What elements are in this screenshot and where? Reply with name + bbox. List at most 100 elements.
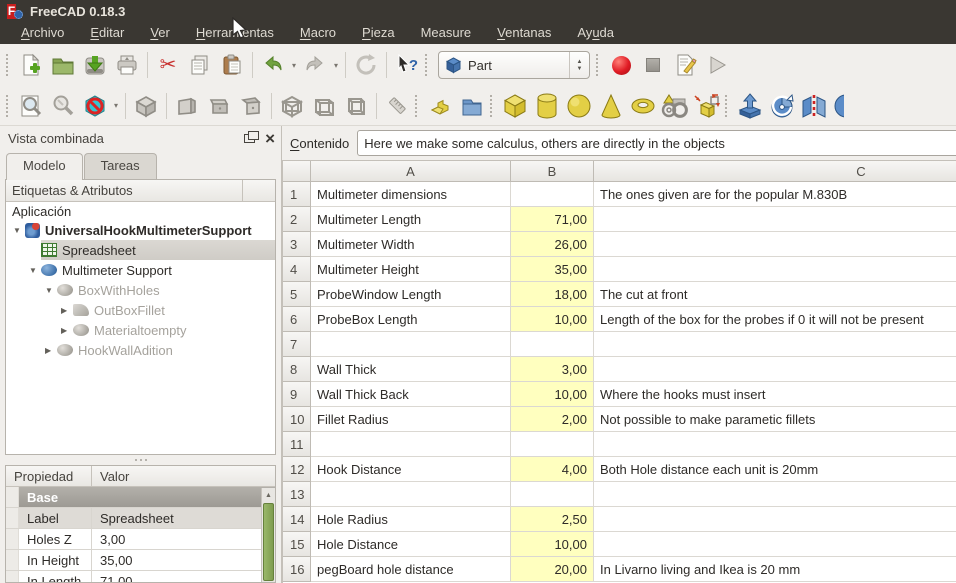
print-button[interactable] [111, 49, 143, 81]
cell-c[interactable] [594, 232, 956, 257]
cell-a[interactable] [311, 332, 511, 357]
row-header[interactable]: 10 [283, 407, 311, 432]
cell-b[interactable]: 71,00 [511, 207, 594, 232]
row-header[interactable]: 14 [283, 507, 311, 532]
revolve-button[interactable] [766, 90, 798, 122]
draw-style-button[interactable] [79, 90, 111, 122]
cell-a[interactable]: Multimeter Height [311, 257, 511, 282]
cell-b[interactable] [511, 182, 594, 207]
row-header[interactable]: 8 [283, 357, 311, 382]
cell-c[interactable] [594, 257, 956, 282]
view-axonometric-button[interactable] [130, 90, 162, 122]
cone-button[interactable] [595, 90, 627, 122]
cell-b[interactable]: 4,00 [511, 457, 594, 482]
cell-c[interactable] [594, 482, 956, 507]
cell-b[interactable]: 10,00 [511, 307, 594, 332]
expand-arrow-icon[interactable]: ▶ [60, 326, 73, 335]
record-macro-button[interactable] [605, 49, 637, 81]
paste-button[interactable] [216, 49, 248, 81]
torus-button[interactable] [627, 90, 659, 122]
undo-dropdown-arrow[interactable]: ▾ [289, 61, 299, 70]
cell-a[interactable]: Wall Thick [311, 357, 511, 382]
view-rear-button[interactable] [276, 90, 308, 122]
property-row[interactable]: Base [6, 487, 275, 508]
expand-arrow-icon[interactable]: ▶ [44, 346, 57, 355]
property-row[interactable]: In Height 35,00 [6, 550, 275, 571]
cut-button[interactable]: ✂ [152, 49, 184, 81]
menu-item[interactable]: Archivo [8, 22, 77, 44]
cell-c[interactable] [594, 532, 956, 557]
expand-arrow-icon[interactable]: ▼ [44, 286, 57, 295]
row-header[interactable]: 12 [283, 457, 311, 482]
redo-button[interactable] [299, 49, 331, 81]
cell-b[interactable] [511, 432, 594, 457]
cell-c[interactable]: In Livarno living and Ikea is 20 mm [594, 557, 956, 582]
toolbar-grip[interactable] [6, 54, 13, 76]
sphere-button[interactable] [563, 90, 595, 122]
toolbar-grip[interactable] [596, 54, 603, 76]
row-header[interactable]: 3 [283, 232, 311, 257]
cell-c[interactable]: The ones given are for the popular M.830… [594, 182, 956, 207]
panel-splitter[interactable] [0, 455, 281, 465]
property-value[interactable]: Spreadsheet [92, 508, 275, 528]
toolbar-grip[interactable] [725, 94, 732, 117]
menu-item[interactable]: Ventanas [484, 22, 564, 44]
menu-item[interactable]: Pieza [349, 22, 408, 44]
cell-c[interactable]: Not possible to make parametic fillets [594, 407, 956, 432]
mirror-button[interactable] [798, 90, 830, 122]
tree-header[interactable]: Etiquetas & Atributos [6, 180, 275, 202]
property-value[interactable]: 71,00 [92, 571, 275, 582]
cylinder-button[interactable] [531, 90, 563, 122]
cell-content-input[interactable] [357, 130, 956, 156]
row-header[interactable]: 13 [283, 482, 311, 507]
tree-item[interactable]: ▼ Multimeter Support [6, 260, 275, 280]
corner-cell[interactable] [283, 161, 311, 182]
cell-b[interactable]: 2,50 [511, 507, 594, 532]
expand-arrow-icon[interactable]: ▼ [28, 266, 41, 275]
tree-item[interactable]: ▼ BoxWithHoles [6, 280, 275, 300]
row-header[interactable]: 16 [283, 557, 311, 582]
row-header[interactable]: 4 [283, 257, 311, 282]
workbench-spin-arrows[interactable]: ▲ ▼ [569, 52, 589, 78]
view-bottom-button[interactable] [308, 90, 340, 122]
float-panel-icon[interactable] [244, 131, 260, 143]
row-header[interactable]: 1 [283, 182, 311, 207]
cell-c[interactable] [594, 332, 956, 357]
view-left-button[interactable] [340, 90, 372, 122]
box-button[interactable] [499, 90, 531, 122]
toolbar-grip[interactable] [425, 54, 432, 76]
view-front-button[interactable] [171, 90, 203, 122]
draw-style-dropdown-arrow[interactable]: ▾ [111, 101, 121, 110]
property-row[interactable]: Label Spreadsheet [6, 508, 275, 529]
cell-b[interactable]: 20,00 [511, 557, 594, 582]
extrude-button[interactable] [734, 90, 766, 122]
tree-item[interactable]: Spreadsheet [6, 240, 275, 260]
expand-arrow-icon[interactable]: ▶ [60, 306, 73, 315]
expand-arrow-icon[interactable]: ▼ [12, 226, 25, 235]
property-scrollbar[interactable]: ▲ [261, 488, 275, 582]
primitives-button[interactable] [659, 90, 691, 122]
stop-macro-button[interactable] [637, 49, 669, 81]
cell-a[interactable]: Multimeter dimensions [311, 182, 511, 207]
new-document-button[interactable] [15, 49, 47, 81]
menu-item[interactable]: Ver [137, 22, 183, 44]
cell-c[interactable]: Length of the box for the probes if 0 it… [594, 307, 956, 332]
property-row[interactable]: In Length 71,00 [6, 571, 275, 582]
view-right-button[interactable] [235, 90, 267, 122]
column-header-a[interactable]: A [311, 161, 511, 182]
property-header[interactable]: Propiedad Valor [6, 466, 275, 487]
workbench-selector[interactable]: Part ▲ ▼ [438, 51, 590, 79]
cell-a[interactable]: Fillet Radius [311, 407, 511, 432]
undo-button[interactable] [257, 49, 289, 81]
cell-b[interactable] [511, 482, 594, 507]
copy-button[interactable] [184, 49, 216, 81]
menu-item[interactable]: Herramientas [183, 22, 287, 44]
cell-a[interactable]: Hook Distance [311, 457, 511, 482]
property-value[interactable]: 3,00 [92, 529, 275, 549]
fillet-button[interactable] [830, 90, 844, 122]
menu-item[interactable]: Measure [408, 22, 485, 44]
row-header[interactable]: 11 [283, 432, 311, 457]
close-panel-icon[interactable]: × [265, 130, 275, 147]
cell-a[interactable] [311, 432, 511, 457]
row-header[interactable]: 6 [283, 307, 311, 332]
